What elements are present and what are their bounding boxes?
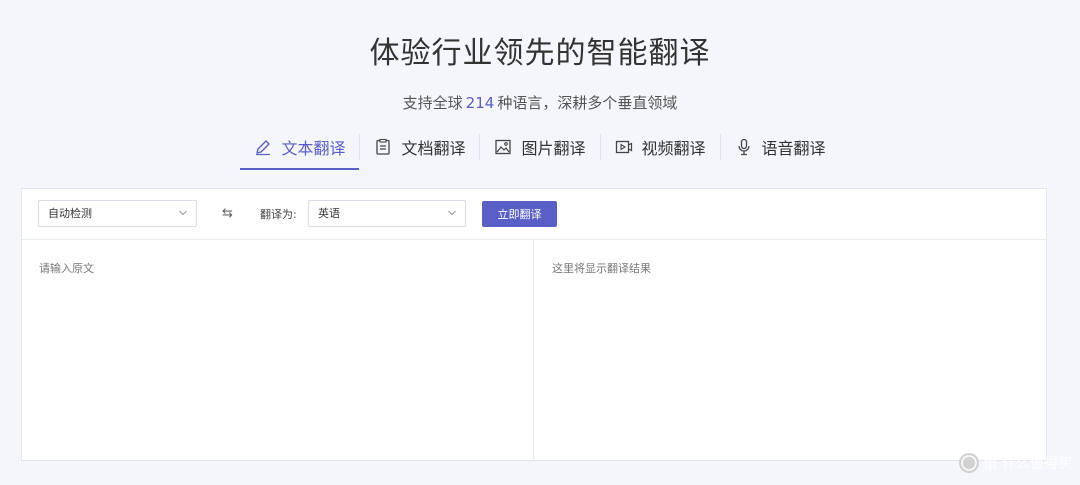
translation-output: 这里将显示翻译结果 [534, 239, 1046, 460]
page-title: 体验行业领先的智能翻译 [369, 36, 711, 71]
tab-label: 文本翻译 [281, 139, 346, 158]
subtitle-prefix: 支持全球 [402, 94, 463, 112]
image-icon [495, 139, 512, 155]
translate-button[interactable]: 立即翻译 [482, 201, 557, 227]
watermark-text: 值 什么值得买 [983, 456, 1072, 472]
target-language-select[interactable]: 英语 [308, 200, 466, 227]
tab-text-translation[interactable]: 文本翻译 [240, 130, 360, 170]
chevron-down-icon [448, 210, 456, 216]
source-text-input[interactable]: 请输入原文 [22, 239, 534, 460]
target-language-label: 翻译为: [260, 208, 297, 221]
input-placeholder: 请输入原文 [39, 262, 94, 275]
tab-label: 视频翻译 [641, 139, 706, 158]
brand-logo-icon [958, 453, 979, 473]
document-icon [376, 138, 391, 155]
tab-label: 文档翻译 [401, 139, 466, 158]
translation-type-tabs: 文本翻译 文档翻译 图片翻译 视频翻译 语音翻译 [0, 130, 1080, 170]
output-placeholder: 这里将显示翻译结果 [552, 262, 651, 275]
language-count: 214 [465, 94, 495, 112]
swap-languages-icon[interactable]: ⇆ [222, 206, 233, 221]
target-language-value: 英语 [318, 207, 340, 220]
watermark: 值 什么值得买 [958, 452, 1072, 474]
language-toolbar: 自动检测 ⇆ 翻译为: 英语 立即翻译 [22, 189, 1046, 240]
tab-document-translation[interactable]: 文档翻译 [360, 130, 479, 164]
pencil-icon [256, 140, 271, 156]
translation-panel: 自动检测 ⇆ 翻译为: 英语 立即翻译 请输入原文 这里将显示翻译结果 [21, 188, 1047, 461]
tab-voice-translation[interactable]: 语音翻译 [721, 130, 840, 164]
source-language-select[interactable]: 自动检测 [38, 200, 197, 227]
page-subtitle: 支持全球 214 种语言，深耕多个垂直领域 [0, 92, 1080, 113]
video-icon [615, 140, 632, 154]
microphone-icon [737, 138, 750, 156]
tab-label: 图片翻译 [521, 139, 586, 158]
tab-image-translation[interactable]: 图片翻译 [480, 130, 599, 164]
tab-video-translation[interactable]: 视频翻译 [601, 130, 720, 164]
source-language-value: 自动检测 [48, 207, 92, 220]
subtitle-suffix: 种语言，深耕多个垂直领域 [497, 94, 678, 112]
chevron-down-icon [179, 210, 187, 216]
tab-label: 语音翻译 [761, 139, 826, 158]
